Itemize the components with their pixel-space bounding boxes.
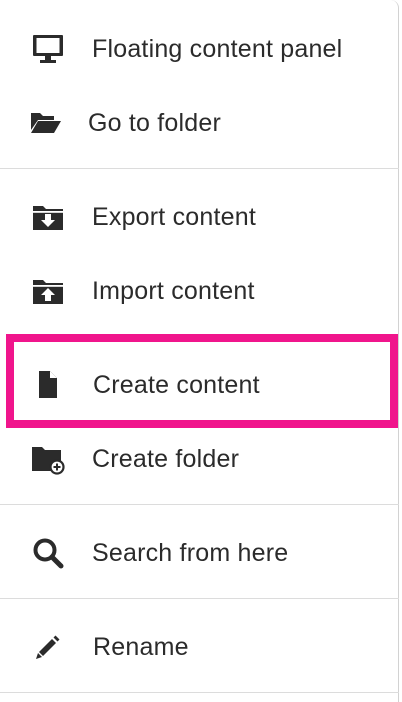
menu-item-label: Import content: [92, 277, 255, 305]
menu-item-label: Floating content panel: [92, 35, 343, 63]
monitor-icon: [30, 33, 66, 65]
pencil-icon: [30, 631, 66, 663]
file-icon: [30, 369, 66, 401]
folder-export-icon: [30, 201, 66, 233]
search-icon: [30, 537, 66, 569]
menu-item-label: Create content: [93, 371, 260, 399]
menu-item-label: Go to folder: [88, 109, 222, 137]
menu-item-label: Create folder: [92, 445, 240, 473]
menu-item-label: Rename: [93, 633, 189, 661]
menu-item-create-content[interactable]: Create content: [0, 355, 399, 415]
menu-item-go-to-folder[interactable]: Go to folder: [0, 93, 399, 153]
menu-divider: [0, 168, 399, 169]
menu-item-search-from-here[interactable]: Search from here: [0, 523, 399, 583]
context-menu: Floating content panel Go to folder Expo…: [0, 0, 399, 702]
menu-item-export-content[interactable]: Export content: [0, 187, 399, 247]
menu-divider: [0, 598, 399, 599]
menu-item-label: Search from here: [92, 539, 289, 567]
menu-divider: [0, 504, 399, 505]
menu-divider: [0, 692, 399, 693]
folder-add-icon: [30, 443, 66, 475]
folder-import-icon: [30, 275, 66, 307]
menu-item-import-content[interactable]: Import content: [0, 261, 399, 321]
menu-item-rename[interactable]: Rename: [0, 617, 399, 677]
menu-item-floating-content-panel[interactable]: Floating content panel: [0, 19, 399, 79]
menu-item-label: Export content: [92, 203, 257, 231]
folder-open-icon: [28, 107, 64, 139]
menu-item-create-folder[interactable]: Create folder: [0, 429, 399, 489]
